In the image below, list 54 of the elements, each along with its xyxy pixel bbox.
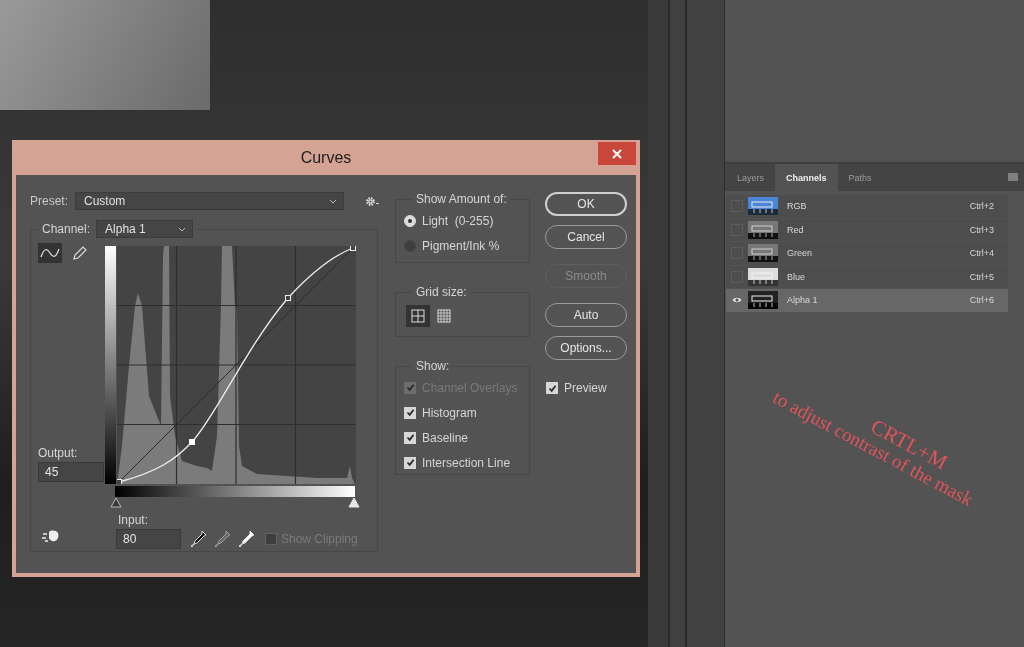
preset-label: Preset: xyxy=(30,194,68,208)
coarse-grid-icon[interactable] xyxy=(406,305,430,327)
channel-name: Blue xyxy=(787,271,806,282)
close-button[interactable] xyxy=(598,142,636,165)
group-title: Show Amount of: xyxy=(416,192,507,206)
window-title: Curves xyxy=(300,148,352,167)
dialog-button[interactable]: Cancel xyxy=(545,225,627,249)
preview-label: Preview xyxy=(564,381,607,395)
input-slider-handle[interactable] xyxy=(110,497,122,508)
output-label: Output: xyxy=(38,446,79,460)
checkbox-label: Histogram xyxy=(422,405,477,420)
channel-row[interactable]: Alpha 1 Ctrl+6 xyxy=(726,289,1008,312)
dialog-button[interactable]: OK xyxy=(545,192,627,216)
dialog-button[interactable]: Auto xyxy=(545,303,627,327)
radio-label: Pigment/Ink % xyxy=(422,238,500,253)
output-field[interactable]: 45 xyxy=(38,462,104,482)
channel-row[interactable]: Red Ctrl+3 xyxy=(726,218,1008,241)
caret-icon xyxy=(178,226,187,232)
input-label: Input: xyxy=(118,513,150,527)
channel-row[interactable]: Blue Ctrl+5 xyxy=(726,265,1008,288)
checkbox-label: Baseline xyxy=(422,430,469,445)
channel-name: Red xyxy=(787,224,805,235)
input-field[interactable]: 80 xyxy=(116,529,181,549)
close-icon xyxy=(612,148,622,159)
channel-name: RGB xyxy=(787,201,808,212)
group-title: Grid size: xyxy=(416,285,467,299)
checkbox-label: Intersection Line xyxy=(422,455,511,470)
shortcut-label: Ctrl+5 xyxy=(969,271,994,282)
dialog-button[interactable]: Options... xyxy=(545,336,627,360)
panel-tab[interactable]: Layers xyxy=(726,164,775,191)
shortcut-label: Ctrl+4 xyxy=(969,248,994,259)
settings-icon[interactable] xyxy=(365,195,380,207)
channel-name: Alpha 1 xyxy=(787,295,819,306)
eyedropper-icon[interactable] xyxy=(239,530,255,548)
channel-row[interactable]: RGB Ctrl+2 xyxy=(726,195,1008,218)
channel-row[interactable]: Green Ctrl+4 xyxy=(726,242,1008,265)
panel-tab[interactable]: Channels xyxy=(775,164,838,191)
curve-point[interactable] xyxy=(350,246,356,251)
group-title: Show: xyxy=(416,359,450,373)
shortcut-label: Ctrl+2 xyxy=(969,201,994,212)
curve-point[interactable] xyxy=(117,479,122,484)
curve-tool-icon[interactable] xyxy=(38,243,62,263)
curve-point[interactable] xyxy=(285,295,291,301)
caret-icon xyxy=(329,198,338,204)
preset-dropdown[interactable]: Custom xyxy=(75,192,345,210)
hand-pointer-icon[interactable] xyxy=(42,529,60,543)
channel-name: Green xyxy=(787,248,813,259)
eyedropper-icon[interactable] xyxy=(191,530,207,548)
channel-dropdown[interactable]: Alpha 1 xyxy=(96,220,194,238)
panel-tab[interactable]: Paths xyxy=(837,164,883,191)
shortcut-label: Ctrl+6 xyxy=(969,295,994,306)
shortcut-label: Ctrl+3 xyxy=(969,224,994,235)
radio-label: Light (0-255) xyxy=(422,213,494,228)
channel-label: Channel: xyxy=(42,222,91,236)
